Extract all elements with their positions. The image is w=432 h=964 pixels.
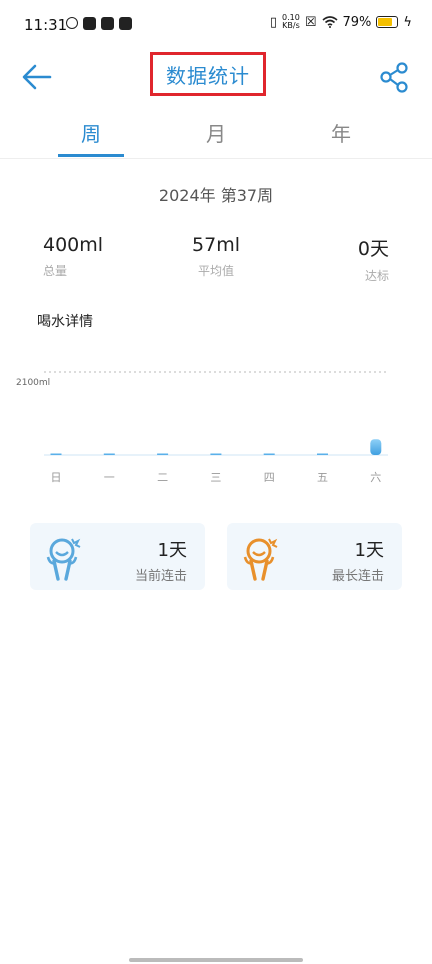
stat-average: 57ml 平均值 [156, 234, 276, 279]
status-time: 11:31 [24, 16, 68, 34]
stat-total-value: 400ml [43, 234, 104, 256]
stat-total-label: 总量 [43, 264, 68, 278]
vibrate-icon: ▯ [269, 14, 278, 30]
status-bar: 11:31 ▯ 0.10 KB/s ☒ 79% ϟ [0, 0, 432, 52]
x-tick-label: 二 [157, 471, 168, 484]
stat-total: 400ml 总量 [43, 234, 163, 279]
sim-icon: ☒ [304, 14, 317, 30]
drop-icon [66, 17, 78, 29]
section-title: 喝水详情 [37, 314, 93, 330]
back-arrow-icon[interactable] [20, 60, 54, 94]
water-intake-chart: 2100ml 日 一 二 三 四 五 六 [16, 371, 388, 484]
chart-bar [210, 453, 222, 455]
chart-bar [263, 453, 275, 455]
goal-line-label: 2100ml [16, 378, 50, 388]
network-speed: 0.10 KB/s [282, 13, 300, 30]
stat-goal-met-label: 达标 [364, 269, 389, 283]
chart-bar [103, 453, 115, 455]
chart-bar [157, 453, 169, 455]
current-streak-card: 1天 当前连击 [30, 523, 205, 590]
charging-icon: ϟ [403, 14, 412, 30]
battery-percent: 79% [342, 14, 372, 30]
app-notification-icon [83, 17, 96, 30]
x-tick-label: 六 [370, 471, 381, 484]
period-tabs: 周 月 年 [0, 112, 432, 159]
current-streak-label: 当前连击 [134, 569, 187, 584]
current-streak-value: 1天 [157, 540, 187, 561]
chart-bar [370, 439, 382, 455]
system-indicators: ▯ 0.10 KB/s ☒ 79% ϟ [270, 14, 412, 30]
chart-bar [317, 453, 328, 455]
stat-goal-met-value: 0天 [357, 238, 389, 260]
mascot-icon [243, 538, 278, 581]
battery-icon [376, 16, 399, 28]
notification-icons [66, 17, 132, 30]
share-icon[interactable] [378, 60, 412, 94]
period-label: 2024年 第37周 [158, 186, 274, 205]
longest-streak-card: 1天 最长连击 [227, 523, 402, 590]
tab-month[interactable]: 月 [186, 118, 246, 147]
title-highlight-box: 数据统计 [150, 52, 266, 96]
tiktok-icon [119, 17, 132, 30]
x-tick-label: 五 [317, 471, 328, 484]
longest-streak-label: 最长连击 [331, 569, 384, 584]
x-tick-label: 日 [51, 471, 62, 484]
tab-year[interactable]: 年 [311, 118, 371, 147]
stat-goal-met: 0天 达标 [269, 234, 389, 284]
app-header: 数据统计 [0, 52, 432, 102]
home-indicator[interactable] [129, 958, 303, 962]
x-tick-label: 三 [210, 471, 221, 484]
active-tab-indicator [58, 154, 124, 157]
stat-average-value: 57ml [192, 234, 240, 256]
page-title: 数据统计 [166, 63, 250, 88]
wifi-icon [321, 16, 338, 28]
calendar-icon [101, 17, 114, 30]
x-tick-label: 四 [264, 471, 275, 484]
x-tick-label: 一 [104, 471, 115, 484]
chart-bar [50, 453, 62, 455]
stat-average-label: 平均值 [197, 264, 234, 278]
mascot-icon [46, 538, 81, 581]
longest-streak-value: 1天 [354, 540, 384, 561]
tab-week[interactable]: 周 [61, 118, 121, 147]
